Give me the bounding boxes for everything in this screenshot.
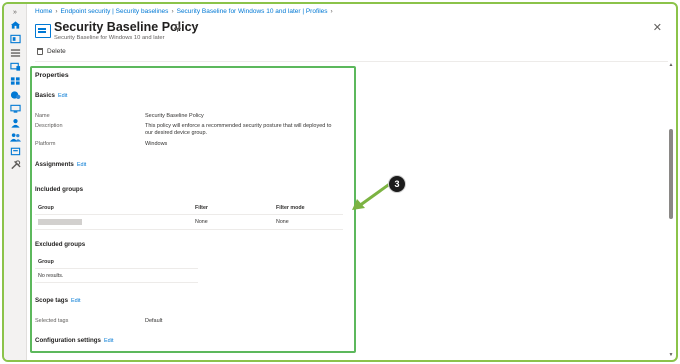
excluded-empty-text: No results. bbox=[38, 273, 64, 279]
excluded-groups-heading: Excluded groups bbox=[35, 241, 86, 248]
platform-label: Platform bbox=[35, 141, 56, 147]
scope-tags-title: Scope tags bbox=[35, 297, 69, 304]
callout-step-badge: 3 bbox=[388, 175, 406, 193]
description-value-line1: This policy will enforce a recommended s… bbox=[145, 123, 332, 129]
redacted-group-name bbox=[38, 219, 82, 225]
chevron-right-icon: › bbox=[330, 8, 333, 15]
platform-value: Windows bbox=[145, 141, 168, 147]
included-col-filter: Filter bbox=[195, 205, 208, 211]
reports-icon[interactable] bbox=[9, 104, 21, 114]
breadcrumb: Home › Endpoint security | Security baseli… bbox=[35, 8, 336, 15]
selected-tags-value: Default bbox=[145, 318, 163, 324]
breadcrumb-home[interactable]: Home bbox=[35, 8, 52, 15]
policy-icon bbox=[35, 24, 51, 38]
configuration-edit-link[interactable]: Edit bbox=[104, 338, 113, 344]
chevron-right-icon: › bbox=[171, 8, 174, 15]
apps-icon[interactable] bbox=[9, 76, 21, 86]
close-icon[interactable]: ✕ bbox=[653, 21, 662, 34]
properties-highlight-box: Properties Basics Edit Name Security Base… bbox=[30, 66, 356, 353]
left-nav-rail: » bbox=[4, 4, 27, 360]
included-row-filter-mode: None bbox=[276, 219, 289, 225]
basics-heading: Basics Edit bbox=[35, 92, 67, 99]
more-options-icon[interactable]: ··· bbox=[187, 21, 198, 30]
troubleshoot-icon[interactable] bbox=[9, 160, 21, 170]
configuration-settings-title: Configuration settings bbox=[35, 337, 101, 344]
basics-title: Basics bbox=[35, 92, 55, 99]
assignments-title: Assignments bbox=[35, 161, 74, 168]
table-divider bbox=[35, 282, 198, 283]
excluded-col-group: Group bbox=[38, 259, 54, 265]
scrollbar-thumb[interactable] bbox=[669, 129, 673, 219]
main-content: Home › Endpoint security | Security baseli… bbox=[27, 4, 676, 360]
assignments-edit-link[interactable]: Edit bbox=[77, 162, 86, 168]
collapse-icon[interactable]: » bbox=[9, 7, 21, 17]
tenant-admin-icon[interactable] bbox=[9, 146, 21, 156]
configuration-settings-heading: Configuration settings Edit bbox=[35, 337, 113, 344]
included-row-filter: None bbox=[195, 219, 208, 225]
page-subtitle: Security Baseline for Windows 10 and lat… bbox=[54, 35, 165, 41]
basics-edit-link[interactable]: Edit bbox=[58, 93, 67, 99]
groups-icon[interactable] bbox=[9, 132, 21, 142]
breadcrumb-profiles[interactable]: Security Baseline for Windows 10 and lat… bbox=[177, 8, 328, 15]
assignments-heading: Assignments Edit bbox=[35, 161, 86, 168]
trash-icon bbox=[37, 48, 43, 55]
table-divider bbox=[35, 268, 198, 269]
home-icon[interactable] bbox=[9, 20, 21, 30]
included-col-group: Group bbox=[38, 205, 54, 211]
devices-icon[interactable] bbox=[9, 62, 21, 72]
breadcrumb-security-baselines[interactable]: Endpoint security | Security baselines bbox=[61, 8, 169, 15]
table-divider bbox=[35, 229, 343, 230]
all-services-icon[interactable] bbox=[9, 48, 21, 58]
included-col-filter-mode: Filter mode bbox=[276, 205, 305, 211]
scroll-down-icon[interactable]: ▼ bbox=[668, 352, 674, 358]
scope-tags-edit-link[interactable]: Edit bbox=[71, 298, 80, 304]
description-label: Description bbox=[35, 123, 63, 129]
scroll-up-icon[interactable]: ▲ bbox=[668, 62, 674, 68]
endpoint-security-icon[interactable] bbox=[9, 90, 21, 100]
included-groups-heading: Included groups bbox=[35, 186, 84, 193]
name-value: Security Baseline Policy bbox=[145, 113, 204, 119]
chevron-right-icon: › bbox=[55, 8, 58, 15]
users-icon[interactable] bbox=[9, 118, 21, 128]
table-divider bbox=[35, 214, 343, 215]
selected-tags-label: Selected tags bbox=[35, 318, 69, 324]
vertical-scrollbar[interactable]: ▲ ▼ bbox=[668, 62, 674, 358]
description-value-line2: our desired device group. bbox=[145, 130, 208, 136]
delete-button[interactable]: Delete bbox=[37, 48, 66, 55]
dashboard-icon[interactable] bbox=[9, 34, 21, 44]
delete-label: Delete bbox=[47, 48, 66, 55]
portal-window: » Home › Endpoint security | Security base… bbox=[2, 2, 678, 362]
name-label: Name bbox=[35, 113, 50, 119]
scope-tags-heading: Scope tags Edit bbox=[35, 297, 81, 304]
pin-icon[interactable] bbox=[173, 23, 182, 34]
toolbar-divider bbox=[35, 61, 668, 62]
properties-heading: Properties bbox=[35, 72, 69, 79]
